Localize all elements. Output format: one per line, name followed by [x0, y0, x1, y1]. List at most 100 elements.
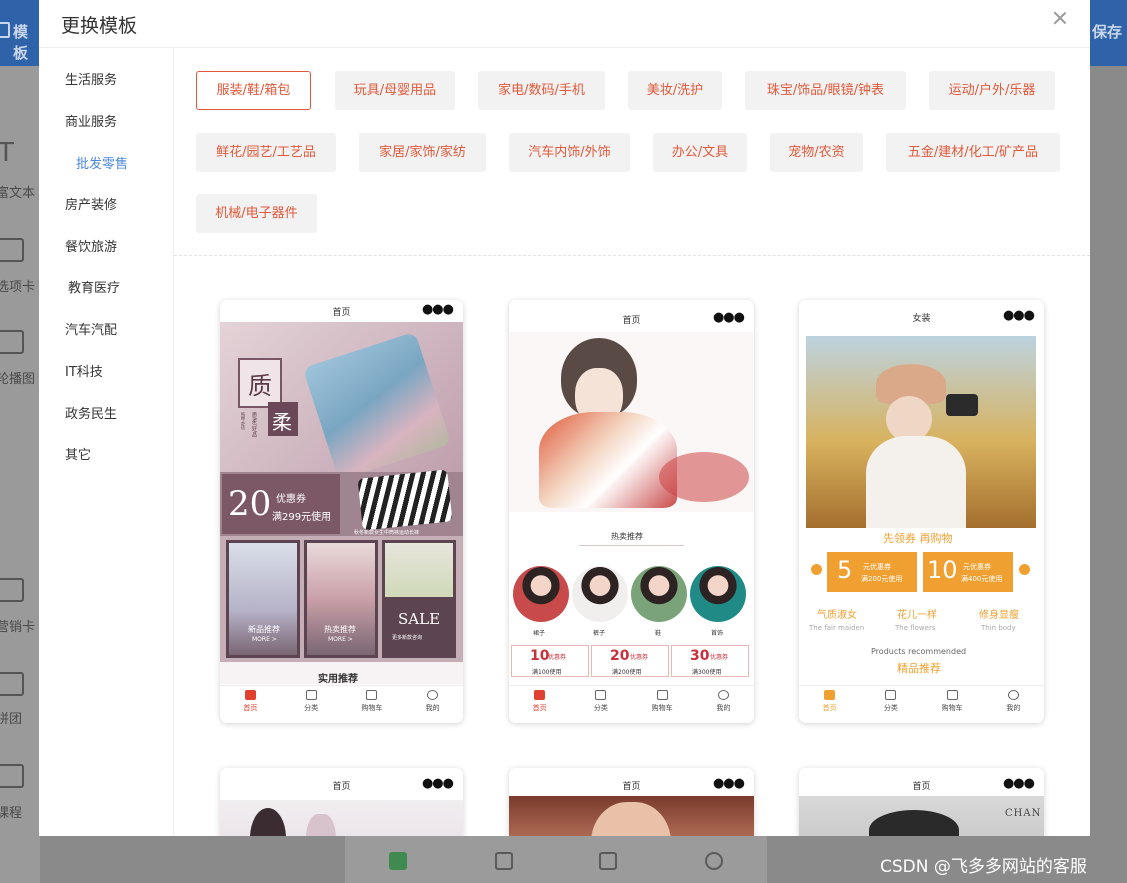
category-icon[interactable] — [495, 852, 513, 870]
tag-beauty-care[interactable]: 美妆/洗护 — [628, 71, 722, 110]
category-other[interactable]: 其它 — [65, 444, 91, 463]
more-icon: ●●● — [421, 302, 454, 317]
card-bottom-nav: 首页 分类 购物车 我的 — [799, 685, 1044, 723]
umbrella-shape — [869, 810, 959, 836]
change-template-modal: 更换模板 生活服务 商业服务 批发零售 房产装修 餐饮旅游 教育医疗 汽车汽配 … — [39, 0, 1090, 836]
category-icon — [305, 690, 317, 700]
category-icon — [885, 690, 897, 700]
template-card-1[interactable]: 首页 ●●● 质 柔 质/柔/好/品 纯棉·舒适 20 优惠券 满299元使用 … — [220, 300, 463, 723]
user-icon[interactable] — [705, 852, 723, 870]
hero-illustration — [509, 332, 754, 512]
card-header: 首页 ●●● — [332, 302, 454, 318]
product-image — [631, 566, 687, 622]
category-wholesale-retail[interactable]: 批发零售 — [76, 153, 128, 172]
product-row — [509, 564, 754, 626]
course-icon — [0, 764, 24, 788]
home-icon — [824, 690, 836, 700]
tag-filter-area: 服装/鞋/箱包 玩具/母婴用品 家电/数码/手机 美妆/洗护 珠宝/饰品/眼镜/… — [174, 48, 1090, 256]
camera-shape — [946, 394, 978, 416]
tag-hardware-chemicals[interactable]: 五金/建材/化工/矿产品 — [886, 133, 1060, 172]
tag-auto-accessories[interactable]: 汽车内饰/外饰 — [509, 133, 630, 172]
template-card-6[interactable]: 首页 ●●● CHAN — [799, 768, 1044, 836]
modal-title: 更换模板 — [61, 15, 138, 37]
card-header: 女装 ●●● — [912, 308, 1035, 324]
tag-office-stationery[interactable]: 办公/文具 — [653, 133, 747, 172]
card-preview-image — [509, 796, 754, 836]
category-life-service[interactable]: 生活服务 — [65, 69, 117, 88]
close-icon[interactable] — [1049, 8, 1071, 30]
template-card-5[interactable]: 首页 ●●● — [509, 768, 754, 836]
category-government[interactable]: 政务民生 — [65, 403, 117, 422]
text-icon: T — [0, 138, 14, 168]
watermark: CSDN @飞多多网站的客服 — [880, 857, 1087, 877]
card-bottom-nav: 首页 分类 购物车 我的 — [220, 685, 463, 723]
product-image — [572, 566, 628, 622]
tile-sale — [382, 600, 456, 658]
home-icon — [534, 690, 546, 700]
user-icon — [1007, 690, 1019, 700]
category-it-tech[interactable]: IT科技 — [65, 361, 103, 380]
tag-sports-outdoor[interactable]: 运动/户外/乐器 — [929, 71, 1055, 110]
category-sidebar: 生活服务 商业服务 批发零售 房产装修 餐饮旅游 教育医疗 汽车汽配 IT科技 … — [39, 48, 174, 836]
tag-pet-agriculture[interactable]: 宠物/农资 — [770, 133, 863, 172]
tag-toys-baby[interactable]: 玩具/母婴用品 — [335, 71, 455, 110]
more-icon: ●●● — [1002, 308, 1035, 323]
category-education-medical[interactable]: 教育医疗 — [68, 277, 120, 296]
section-heading: 热卖推荐 — [579, 528, 684, 546]
template-card-2[interactable]: 首页 ●●● 热卖推荐 裙子 裤子 鞋 首饰 10 优惠券 满100使用 20 — [509, 300, 754, 723]
card-header: 首页 ●●● — [912, 776, 1035, 792]
home-icon — [244, 690, 256, 700]
card-header: 首页 ●●● — [622, 776, 745, 792]
chevron-right-icon[interactable] — [1019, 564, 1030, 575]
striped-socks-image — [357, 469, 453, 531]
tag-jewelry-watches[interactable]: 珠宝/饰品/眼镜/钟表 — [745, 71, 906, 110]
user-icon — [427, 690, 439, 700]
template-card-3[interactable]: 女装 ●●● 先领券 再购物 5 元优惠券 满200元使用 10 元优惠券 满4… — [799, 300, 1044, 723]
template-menu[interactable]: 模板 — [0, 18, 40, 62]
tag-machinery-electronics[interactable]: 机械/电子器件 — [196, 194, 317, 233]
card-bottom-nav: 首页 分类 购物车 我的 — [509, 685, 754, 723]
coupon-item[interactable]: 10 优惠券 满100使用 — [511, 645, 589, 677]
preview-bottom-nav — [345, 836, 767, 883]
group-buy-icon — [0, 672, 24, 696]
category-auto[interactable]: 汽车汽配 — [65, 319, 117, 338]
card-icon — [0, 578, 24, 602]
modal-header: 更换模板 — [39, 0, 1090, 48]
shirt-shape — [866, 436, 966, 528]
tag-home-textiles[interactable]: 家居/家饰/家纺 — [359, 133, 486, 172]
component-toolbar: T 富文本 选项卡 轮播图 营销卡 拼团 课程 — [0, 66, 40, 883]
product-label: 首饰 — [711, 630, 724, 637]
coupon-item[interactable]: 10 元优惠券 满400元使用 — [923, 552, 1013, 592]
product-label: 鞋 — [655, 630, 662, 637]
product-image — [690, 566, 746, 622]
coupon-item[interactable]: 5 元优惠券 满200元使用 — [827, 552, 917, 592]
hero-photo — [806, 336, 1036, 528]
carousel-icon — [0, 330, 24, 354]
card-preview-image — [220, 800, 463, 836]
tag-appliances-digital[interactable]: 家电/数码/手机 — [478, 71, 605, 110]
coupon-item[interactable]: 30 优惠券 满300使用 — [671, 645, 749, 677]
home-icon[interactable] — [389, 852, 407, 870]
cart-icon — [366, 690, 378, 700]
template-card-4[interactable]: 首页 ●●● — [220, 768, 463, 836]
more-icon: ●●● — [712, 776, 745, 791]
category-icon — [595, 690, 607, 700]
more-icon: ●●● — [712, 310, 745, 325]
more-icon: ●●● — [421, 776, 454, 791]
card-header: 首页 ●●● — [332, 776, 454, 792]
cart-icon — [656, 690, 668, 700]
cart-icon[interactable] — [599, 852, 617, 870]
chevron-left-icon[interactable] — [811, 564, 822, 575]
tag-clothing-shoes-bags[interactable]: 服装/鞋/箱包 — [196, 71, 311, 110]
tag-flowers-crafts[interactable]: 鲜花/园艺/工艺品 — [196, 133, 336, 172]
card-preview-image: 质 柔 质/柔/好/品 纯棉·舒适 20 优惠券 满299元使用 秋冬新款女生中… — [220, 322, 463, 684]
robe-shape — [539, 412, 677, 508]
save-button[interactable]: 保存 — [1092, 21, 1122, 42]
tab-icon — [0, 238, 24, 262]
category-business-service[interactable]: 商业服务 — [65, 111, 117, 130]
card-header: 首页 ●●● — [622, 310, 745, 326]
cart-icon — [946, 690, 958, 700]
coupon-item[interactable]: 20 优惠券 满200使用 — [591, 645, 669, 677]
category-real-estate[interactable]: 房产装修 — [65, 194, 117, 213]
category-food-travel[interactable]: 餐饮旅游 — [65, 236, 117, 255]
